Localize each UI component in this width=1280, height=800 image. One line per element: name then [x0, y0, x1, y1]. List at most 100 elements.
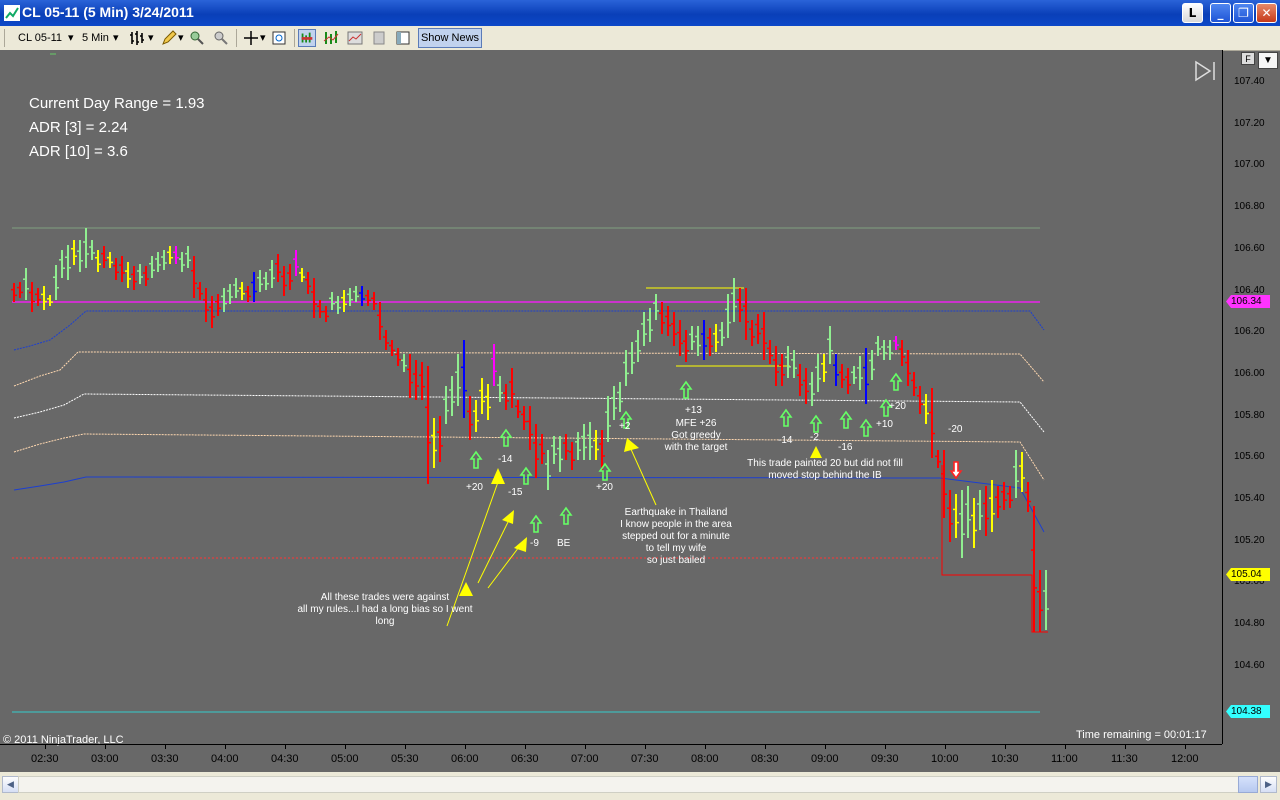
time-tick — [225, 744, 226, 749]
note-line: moved stop behind the IB — [768, 470, 882, 481]
trade-label: -14 — [778, 435, 793, 446]
time-label: 08:00 — [691, 753, 719, 765]
interval-selector[interactable]: 5 Min — [82, 29, 109, 47]
time-tick — [585, 744, 586, 749]
time-label: 12:00 — [1171, 753, 1199, 765]
price-chart[interactable] — [0, 50, 1222, 744]
trade-label: +20 — [889, 401, 906, 412]
note-painted-20: This trade painted 20 but did not fill m… — [738, 458, 912, 482]
data-box-icon[interactable] — [270, 29, 288, 47]
scroll-thumb[interactable] — [1238, 776, 1258, 793]
note-line: long — [375, 616, 395, 627]
time-tick — [1185, 744, 1186, 749]
properties-icon[interactable] — [370, 29, 388, 47]
strategies-icon[interactable] — [346, 29, 364, 47]
note-line: with the target — [664, 442, 728, 453]
app-icon — [4, 5, 20, 21]
trade-label: -2 — [810, 432, 819, 443]
minimize-button[interactable]: _ — [1210, 3, 1231, 23]
indicators-icon[interactable] — [322, 29, 340, 47]
crosshair-icon[interactable] — [242, 29, 260, 47]
f-button[interactable]: F — [1241, 52, 1255, 65]
time-label: 02:30 — [31, 753, 59, 765]
price-tag: 105.04 — [1226, 568, 1270, 581]
time-tick — [345, 744, 346, 749]
price-label: 107.00 — [1234, 159, 1265, 171]
scroll-track[interactable] — [18, 776, 1258, 793]
trade-label: BE — [557, 538, 571, 549]
link-button[interactable]: L — [1182, 3, 1203, 23]
price-label: 106.40 — [1234, 284, 1265, 296]
templates-icon[interactable] — [394, 29, 412, 47]
chart-trader-icon[interactable] — [298, 29, 316, 47]
time-label: 04:00 — [211, 753, 239, 765]
trade-label: -15 — [508, 487, 523, 498]
note-line: stepped out for a minute — [622, 531, 730, 542]
scroll-right-icon[interactable]: ▶ — [1260, 776, 1277, 793]
price-label: 106.80 — [1234, 201, 1265, 213]
price-tag: 106.34 — [1226, 295, 1270, 308]
trade-label: -14 — [498, 454, 513, 465]
price-label: 104.80 — [1234, 618, 1265, 630]
bar-style-icon[interactable] — [128, 29, 146, 47]
time-tick — [45, 744, 46, 749]
adr-10: ADR [10] = 3.6 — [29, 143, 128, 160]
time-tick — [825, 744, 826, 749]
interval-dropdown-icon[interactable]: ▾ — [113, 29, 119, 47]
maximize-button[interactable]: ❐ — [1233, 3, 1254, 23]
time-tick — [525, 744, 526, 749]
scroll-left-icon[interactable]: ◀ — [2, 776, 19, 793]
title-bar: CL 05-11 (5 Min) 3/24/2011 L _ ❐ ✕ — [0, 0, 1280, 26]
trade-label: -16 — [838, 442, 853, 453]
time-label: 07:30 — [631, 753, 659, 765]
time-label: 06:00 — [451, 753, 479, 765]
time-tick — [1065, 744, 1066, 749]
toolbar-separator — [236, 29, 237, 47]
note-line: Earthquake in Thailand — [624, 507, 728, 518]
pencil-icon[interactable] — [160, 29, 178, 47]
time-remaining: Time remaining = 00:01:17 — [1076, 729, 1207, 741]
price-label: 106.60 — [1234, 242, 1265, 254]
price-label: 105.80 — [1234, 409, 1265, 421]
instrument-dropdown-icon[interactable]: ▾ — [68, 29, 74, 47]
time-label: 05:00 — [331, 753, 359, 765]
price-label: 107.20 — [1234, 117, 1265, 129]
adr-3: ADR [3] = 2.24 — [29, 119, 128, 136]
note-earthquake: Earthquake in Thailand I know people in … — [606, 507, 746, 567]
price-label: 104.60 — [1234, 659, 1265, 671]
close-button[interactable]: ✕ — [1256, 3, 1277, 23]
zoom-out-icon[interactable] — [212, 29, 230, 47]
show-news-button[interactable]: Show News — [418, 28, 482, 48]
time-tick — [405, 744, 406, 749]
note-line: MFE +26 — [675, 418, 717, 429]
horizontal-scrollbar[interactable]: ◀ ▶ — [0, 772, 1280, 800]
bar-style-dropdown-icon[interactable]: ▾ — [148, 29, 154, 47]
price-label: 105.40 — [1234, 493, 1265, 504]
note-against-rules: All these trades were against all my rul… — [290, 592, 480, 628]
price-axis[interactable] — [1222, 50, 1280, 744]
time-label: 11:00 — [1051, 753, 1078, 765]
time-tick — [285, 744, 286, 749]
zoom-in-icon[interactable] — [188, 29, 206, 47]
time-label: 11:30 — [1111, 753, 1138, 765]
price-tag: 104.38 — [1226, 705, 1270, 718]
pencil-dropdown-icon[interactable]: ▾ — [178, 29, 184, 47]
panel-dropdown-icon[interactable]: ▼ — [1258, 52, 1278, 69]
time-tick — [1005, 744, 1006, 749]
time-tick — [465, 744, 466, 749]
price-label: 105.60 — [1234, 451, 1265, 463]
crosshair-dropdown-icon[interactable]: ▾ — [260, 29, 266, 47]
instrument-selector[interactable]: CL 05-11 — [18, 29, 62, 47]
chart-toolbar: CL 05-11 ▾ 5 Min ▾ ▾ ▾ ▾ Show News — [0, 26, 1280, 51]
time-tick — [945, 744, 946, 749]
price-label: 107.40 — [1234, 76, 1265, 87]
time-label: 04:30 — [271, 753, 299, 765]
time-label: 09:00 — [811, 753, 839, 765]
time-tick — [1125, 744, 1126, 749]
time-tick — [885, 744, 886, 749]
note-line: All these trades were against — [320, 592, 450, 603]
current-day-range: Current Day Range = 1.93 — [29, 95, 205, 112]
trade-label: +2 — [619, 421, 631, 432]
time-axis[interactable] — [0, 744, 1222, 773]
note-line: to tell my wife — [645, 543, 707, 554]
